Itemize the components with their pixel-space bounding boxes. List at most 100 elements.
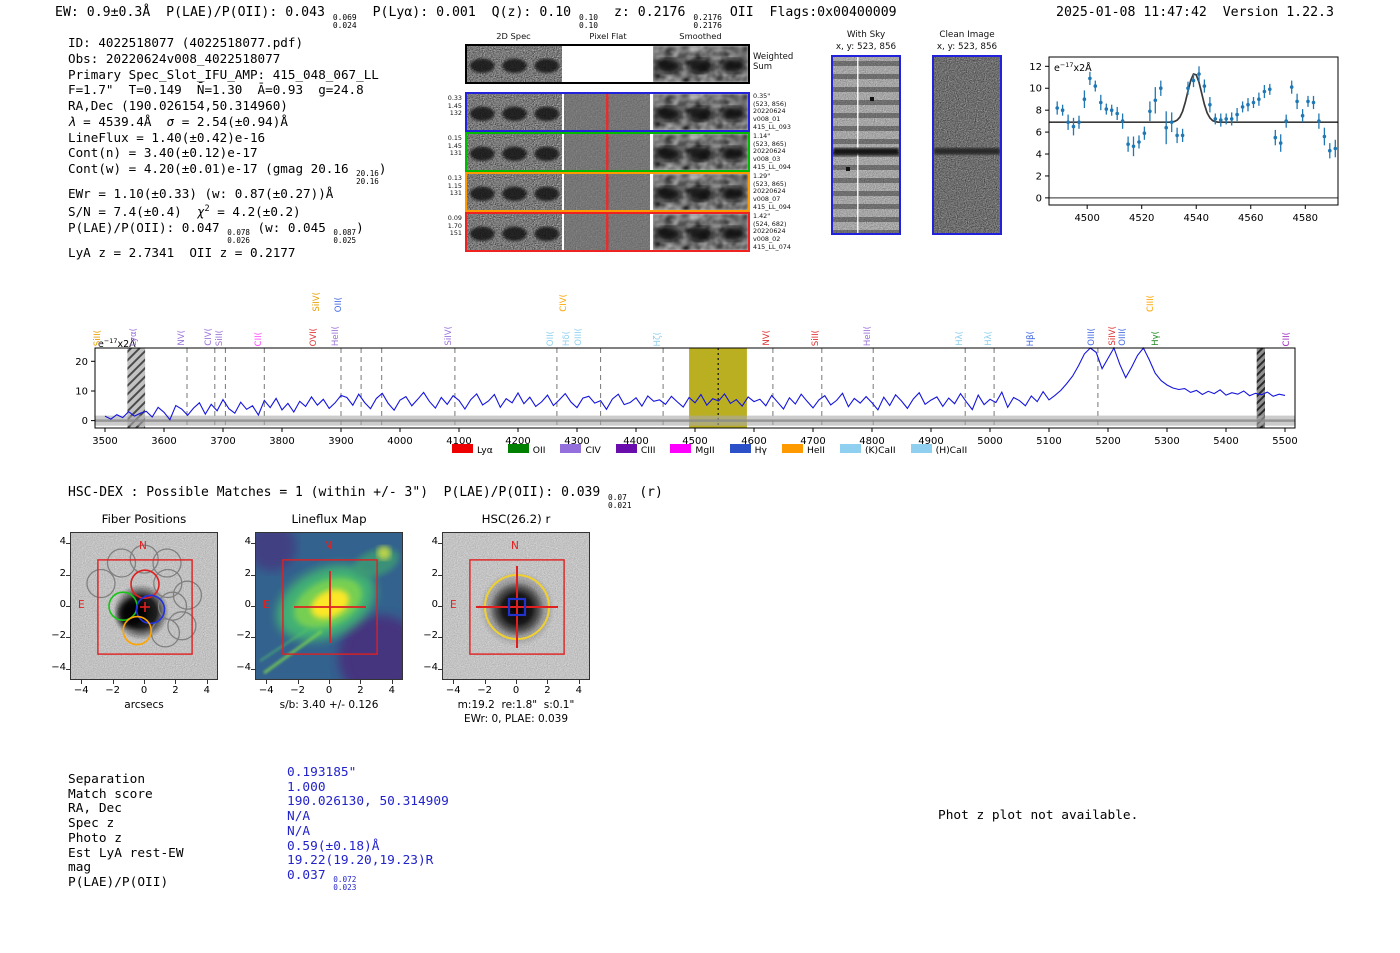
x-tick-mark [297,680,299,684]
info-line-7: Cont(n) = 3.40(±0.12)e-17 [68,145,258,161]
full-spectrum-plot: 3500 3600 3700 3800 3900 4000 4100 4200 4300 4400… [59,334,1309,458]
svg-text:5000: 5000 [977,436,1002,447]
north-label: N [511,540,519,552]
emission-line-label: OII( [334,296,345,312]
x-tick-label: 0 [325,685,333,696]
x-tick-mark [329,680,330,684]
emission-line-label: CIV( [559,294,570,312]
legend-swatch [839,444,861,453]
legend-item: CIII [615,444,655,456]
svg-text:10: 10 [1029,84,1042,95]
match-table-label: RA, Dec [68,801,122,817]
svg-text:0: 0 [82,416,88,427]
y-tick-label: −4 [236,661,251,673]
y-tick-mark [251,574,255,576]
svg-text:4: 4 [1036,150,1042,161]
emission-line-label: OIII( [1118,328,1129,346]
emission-line-label: OVI( [309,327,320,346]
y-tick-label: −2 [423,630,438,642]
legend-item: OII [507,444,545,456]
info-line-10: S/N = 7.4(±0.4) χ2 = 4.2(±0.2) [68,203,301,220]
x-tick-label: −2 [290,685,305,696]
emission-line-label: SiII( [214,329,225,346]
svg-text:4540: 4540 [1183,213,1208,224]
east-label: E [78,599,85,611]
svg-text:10: 10 [75,387,88,398]
legend-swatch [910,444,932,453]
emission-line-label: Hβ( [1025,330,1036,346]
info-line-3: F=1.7" T=0.149 N̄=1.30 Ā=0.93 g=24.8 [68,82,364,98]
emission-line-label: Hδ( [562,330,573,346]
match-table-value: 0.037 0.072 0.023 [287,867,357,893]
match-table-label: Photo z [68,830,122,846]
legend-item: (H)CaII [910,444,967,456]
svg-text:4500: 4500 [1074,213,1099,224]
x-tick-label: 4 [575,685,582,696]
withsky-subtitle: x, y: 523, 856 [835,42,897,52]
legend-item: CIV [560,444,601,456]
emission-line-label: NV( [762,330,773,346]
x-tick-mark [547,680,549,684]
col-title-pixel-flat: Pixel Flat [589,31,627,41]
x-tick-mark [144,680,145,684]
emission-line-label: SiII( [811,329,822,346]
legend-swatch [781,444,803,453]
info-line-9: EWr = 1.10(±0.33) (w: 0.87(±0.27))Å [68,186,334,202]
info-line-6: LineFlux = 1.40(±0.42)e-16 [68,129,266,145]
x-tick-label: −2 [477,685,492,696]
emission-line-label: Lyα( [128,327,139,346]
info-line-11: P(LAE)/P(OII): 0.047 0.078 0.026 (w: 0.04… [68,219,364,246]
emission-line-label: SiIV( [444,326,455,346]
match-table-labels: Separation Match score RA, Dec Spec z Photo … [68,772,184,891]
y-tick-mark [251,637,255,639]
x-tick-mark [360,680,362,684]
spec2d-right-label-3: 1.29" (523, 865) 20220624 v008_07 415_LL… [753,172,791,211]
emission-line-label: NV( [176,330,187,346]
cutout-xlabel: arcsecs [124,699,164,711]
info-line-1: Obs: 20220624v008_4022518077 [68,50,281,66]
legend-swatch [670,444,692,453]
x-tick-label: −4 [445,685,461,696]
emission-line-label: SiIV( [312,292,323,312]
match-table-value: 0.59(±0.18)Å [287,838,380,854]
y-tick-label: 2 [244,567,251,579]
spec2d-row-1 [465,92,750,132]
x-tick-label: −4 [258,685,274,696]
svg-text:3900: 3900 [328,436,353,447]
east-label: E [263,599,270,611]
spec2d-right-label-4: 1.42" (524, 682) 20220624 v008_02 415_LL… [753,212,791,251]
svg-text:5400: 5400 [1213,436,1238,447]
emission-line-label: CIII( [1145,295,1156,312]
cutout-xlabel: m:19.2 re:1.8" s:0.1" [457,699,575,711]
north-label: N [324,540,332,552]
y-tick-mark [66,606,70,607]
match-table-label: Est LyA rest-EW [68,845,184,861]
x-tick-mark [391,680,393,684]
spectrum-legend: Lyα OII CIV CIII MgII Hγ HeII (K)CaII (H)CaII [452,444,967,456]
spec2d-row-2 [465,132,750,172]
x-tick-label: 0 [140,685,148,696]
withsky-image [831,55,901,235]
cutout-fiber-positions: Fiber Positions 4 2 0 −2 −4 −4 −2 0 2 4 arcsecs N E [36,512,252,728]
svg-text:12: 12 [1029,62,1042,73]
spec2d-left-label-3: 0.13 1.15 131 [447,174,462,198]
match-table-value: 1.000 [287,779,326,795]
legend-swatch [615,444,637,453]
match-table-values: 0.193185" 1.000 190.026130, 50.314909 N/A N/… [287,765,449,893]
legend-swatch [507,444,529,453]
cutout-title: Lineflux Map [291,512,367,526]
clean-subtitle: x, y: 523, 856 [936,42,998,52]
info-line-0: ID: 4022518077 (4022518077.pdf) [68,35,304,50]
y-tick-mark [438,637,442,639]
hsc-dex-match-line: HSC-DEX : Possible Matches = 1 (within +… [68,485,663,510]
x-tick-label: 2 [357,685,364,696]
y-tick-mark [438,543,442,545]
emission-line-label: OIII( [1087,328,1098,346]
photz-note: Phot z plot not available. [938,808,1139,823]
x-tick-mark [206,680,208,684]
match-table-label: P(LAE)/P(OII) [68,874,169,890]
spec2d-right-label-2: 1.14" (523, 865) 20220624 v008_03 415_LL… [753,132,791,171]
east-label: E [450,599,457,611]
svg-text:20: 20 [75,357,88,368]
cutout-xlabel2: EWr: 0, PLAE: 0.039 [463,713,569,725]
